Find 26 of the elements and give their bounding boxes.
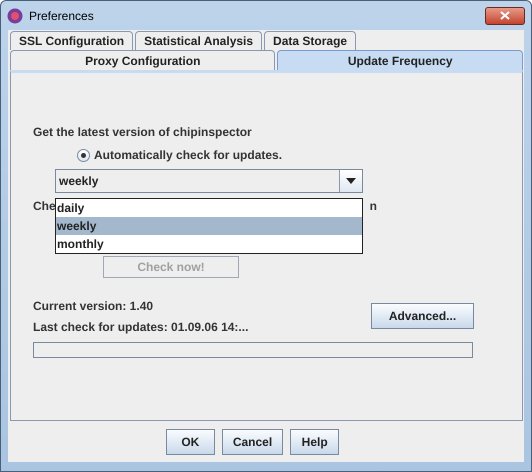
dialog-button[interactable]: Help	[290, 429, 340, 455]
window-title: Preferences	[29, 8, 94, 22]
option-text: n	[370, 199, 377, 213]
radio-label[interactable]: Automatically check for updates.	[94, 148, 282, 162]
tab[interactable]: Proxy Configuration	[10, 50, 276, 70]
dropdown-option[interactable]: daily	[56, 199, 362, 217]
section-heading: Get the latest version of chipinspector	[33, 125, 253, 139]
dropdown-option[interactable]: weekly	[56, 217, 362, 235]
radio-button[interactable]	[77, 148, 90, 162]
tab[interactable]: Data Storage	[264, 31, 356, 50]
tab[interactable]: SSL Configuration	[10, 31, 134, 50]
last-check-text: Last check for updates: 01.09.06 14:...	[33, 320, 248, 334]
tab[interactable]: Statistical Analysis	[135, 31, 262, 50]
frequency-dropdown[interactable]: weekly	[55, 169, 363, 193]
close-button[interactable]	[485, 6, 525, 24]
dialog-button[interactable]: Cancel	[222, 429, 284, 455]
dialog-button[interactable]: OK	[166, 429, 215, 455]
advanced-button[interactable]: Advanced...	[371, 303, 474, 329]
option-text: Che	[33, 199, 56, 213]
dropdown-option[interactable]: monthly	[56, 235, 362, 253]
close-icon	[500, 11, 510, 20]
version-text: Current version: 1.40	[33, 299, 154, 313]
caret-icon	[346, 178, 356, 184]
dropdown-value: weekly	[58, 173, 100, 190]
tab[interactable]: Update Frequency	[277, 50, 523, 70]
app-icon	[7, 8, 23, 24]
